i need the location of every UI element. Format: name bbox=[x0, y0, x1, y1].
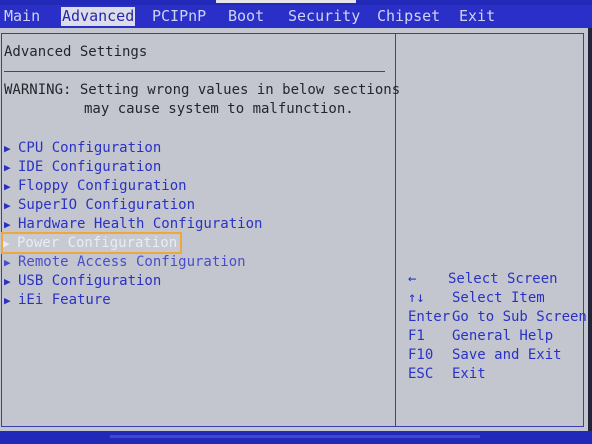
menu-boot[interactable]: Boot bbox=[228, 7, 264, 26]
title-rule bbox=[4, 71, 385, 72]
option-label: Remote Access Configuration bbox=[18, 254, 246, 270]
help-key: Enter bbox=[408, 309, 451, 325]
help-key: F1 bbox=[408, 328, 425, 344]
warning-line-2: may cause system to malfunction. bbox=[84, 101, 354, 117]
warning-line-1: WARNING: Setting wrong values in below s… bbox=[4, 82, 401, 98]
help-row-select-item: ↑↓ Select Item bbox=[408, 289, 545, 307]
option-label: IDE Configuration bbox=[18, 159, 162, 175]
help-key: F10 bbox=[408, 347, 434, 363]
menu-option-usb-configuration[interactable]: ▶ USB Configuration bbox=[4, 272, 161, 290]
triangle-right-icon: ▶ bbox=[4, 294, 11, 307]
menu-option-floppy-configuration[interactable]: ▶ Floppy Configuration bbox=[4, 177, 187, 195]
help-key: ESC bbox=[408, 366, 434, 382]
triangle-right-icon: ▶ bbox=[4, 218, 11, 231]
bios-screen: Main Advanced PCIPnP Boot Security Chips… bbox=[0, 0, 592, 444]
menu-option-iei-feature[interactable]: ▶ iEi Feature bbox=[4, 291, 111, 309]
menu-option-ide-configuration[interactable]: ▶ IDE Configuration bbox=[4, 158, 161, 176]
menu-main[interactable]: Main bbox=[4, 7, 40, 26]
triangle-right-icon: ▶ bbox=[4, 161, 11, 174]
triangle-right-icon: ▶ bbox=[4, 256, 11, 269]
triangle-right-icon: ▶ bbox=[3, 237, 10, 250]
option-label: Floppy Configuration bbox=[18, 178, 187, 194]
menu-option-cpu-configuration[interactable]: ▶ CPU Configuration bbox=[4, 139, 161, 157]
bios-title-cutoff bbox=[216, 0, 356, 3]
help-row-select-screen: ← Select Screen bbox=[408, 270, 558, 288]
option-label: SuperIO Configuration bbox=[18, 197, 196, 213]
menu-bar: Main Advanced PCIPnP Boot Security Chips… bbox=[0, 5, 592, 28]
menu-advanced[interactable]: Advanced bbox=[61, 7, 136, 26]
menu-option-hardware-health-configuration[interactable]: ▶ Hardware Health Configuration bbox=[4, 215, 262, 233]
help-row-exit: ESC Exit bbox=[408, 365, 486, 383]
option-label: USB Configuration bbox=[18, 273, 162, 289]
help-desc: General Help bbox=[452, 328, 554, 344]
help-row-save-exit: F10 Save and Exit bbox=[408, 346, 562, 364]
menu-chipset[interactable]: Chipset bbox=[377, 7, 440, 26]
help-key: ← bbox=[408, 271, 417, 287]
triangle-right-icon: ▶ bbox=[4, 180, 11, 193]
menu-pcipnp[interactable]: PCIPnP bbox=[152, 7, 206, 26]
menu-option-remote-access-configuration[interactable]: ▶ Remote Access Configuration bbox=[4, 253, 246, 271]
help-row-sub-screen: Enter Go to Sub Screen bbox=[408, 308, 587, 326]
copyright-cutoff bbox=[110, 435, 480, 438]
help-desc: Exit bbox=[452, 366, 486, 382]
triangle-right-icon: ▶ bbox=[4, 275, 11, 288]
menu-security[interactable]: Security bbox=[288, 7, 360, 26]
section-title: Advanced Settings bbox=[4, 44, 148, 60]
option-label: Power Configuration bbox=[17, 235, 178, 251]
option-label: Hardware Health Configuration bbox=[18, 216, 263, 232]
screen-edge bbox=[588, 28, 592, 431]
bottom-strip bbox=[0, 431, 592, 444]
menu-option-power-configuration[interactable]: ▶ Power Configuration bbox=[0, 232, 183, 254]
option-label: CPU Configuration bbox=[18, 140, 162, 156]
help-key: ↑↓ bbox=[408, 290, 425, 306]
triangle-right-icon: ▶ bbox=[4, 142, 11, 155]
help-desc: Go to Sub Screen bbox=[452, 309, 587, 325]
triangle-right-icon: ▶ bbox=[4, 199, 11, 212]
settings-panel: Advanced Settings WARNING: Setting wrong… bbox=[0, 28, 588, 431]
help-desc: Select Screen bbox=[448, 271, 558, 287]
help-desc: Select Item bbox=[452, 290, 545, 306]
menu-option-superio-configuration[interactable]: ▶ SuperIO Configuration bbox=[4, 196, 195, 214]
menu-exit[interactable]: Exit bbox=[459, 7, 495, 26]
help-row-general-help: F1 General Help bbox=[408, 327, 553, 345]
option-label: iEi Feature bbox=[18, 292, 111, 308]
help-desc: Save and Exit bbox=[452, 347, 562, 363]
